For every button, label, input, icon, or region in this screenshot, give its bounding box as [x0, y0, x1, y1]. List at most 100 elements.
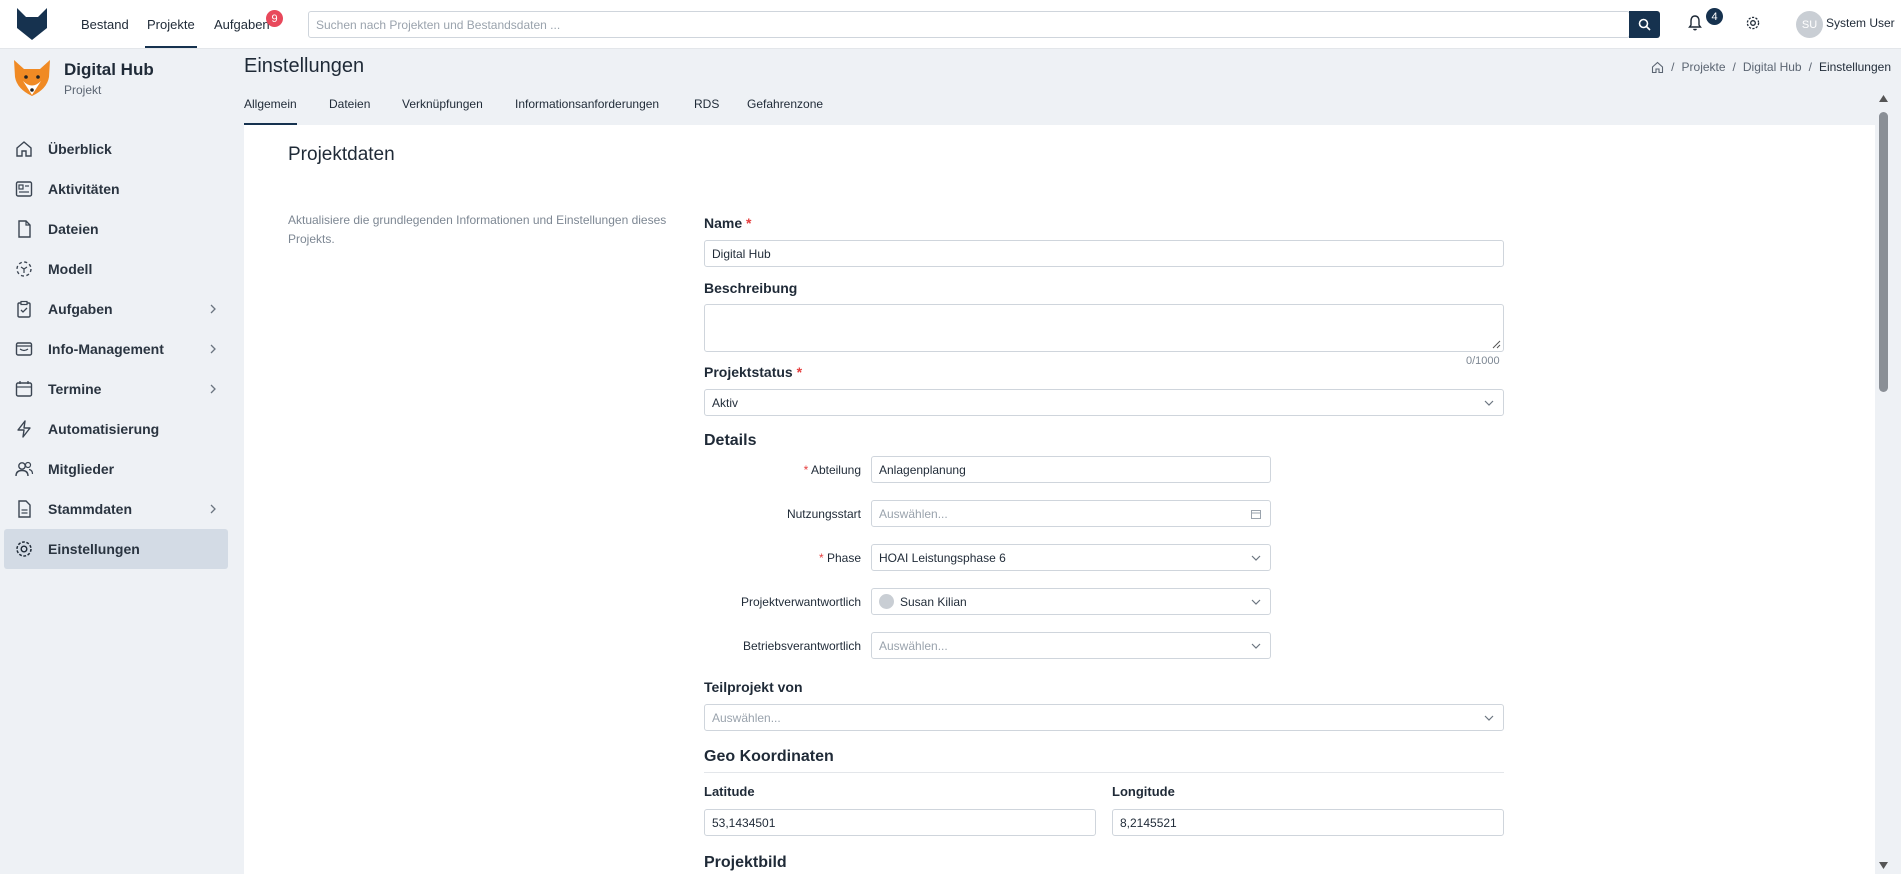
scroll-down-icon[interactable] — [1878, 861, 1889, 870]
breadcrumb-separator: / — [1732, 60, 1736, 74]
description-counter: 0/1000 — [1466, 355, 1500, 367]
sidebar-item-label: Dateien — [48, 221, 99, 237]
nutzungsstart-placeholder: Auswählen... — [879, 506, 948, 521]
phase-value: HOAI Leistungsphase 6 — [879, 550, 1006, 565]
name-label: Name * — [704, 215, 752, 231]
document-icon — [18, 500, 31, 518]
status-label: Projektstatus * — [704, 364, 803, 380]
sidebar-item-termine[interactable]: Termine — [4, 369, 228, 409]
settings-content: Projektdaten Aktualisiere die grundlegen… — [244, 125, 1875, 874]
phase-label: * Phase — [818, 551, 861, 565]
abteilung-field[interactable]: Anlagenplanung — [871, 456, 1271, 483]
scroll-up-icon[interactable] — [1878, 94, 1889, 103]
search-input[interactable] — [309, 12, 1629, 37]
details-title: Details — [704, 432, 757, 449]
tab-gefahrenzone[interactable]: Gefahrenzone — [747, 97, 823, 125]
home-icon[interactable] — [1651, 61, 1664, 74]
bell-icon[interactable] — [1687, 14, 1703, 32]
tab-dateien[interactable]: Dateien — [329, 97, 370, 125]
sidebar-item-ueberblick[interactable]: Überblick — [4, 129, 228, 169]
chevron-right-icon — [210, 384, 216, 394]
fox-project-logo-icon — [14, 60, 50, 96]
project-name: Digital Hub — [64, 60, 154, 79]
activity-icon — [15, 181, 33, 197]
sidebar-item-stammdaten[interactable]: Stammdaten — [4, 489, 228, 529]
sidebar-item-modell[interactable]: Modell — [4, 249, 228, 289]
phase-select[interactable]: HOAI Leistungsphase 6 — [871, 544, 1271, 571]
page-header: Einstellungen / Projekte / Digital Hub /… — [244, 49, 1901, 125]
user-avatar[interactable]: SU — [1796, 11, 1823, 38]
breadcrumb-projekte[interactable]: Projekte — [1682, 60, 1726, 74]
breadcrumb-separator: / — [1671, 60, 1675, 74]
top-bar: Bestand Projekte Aufgaben 9 4 SU System … — [0, 0, 1901, 49]
tab-informationsanforderungen[interactable]: Informationsanforderungen — [515, 97, 659, 125]
file-icon — [18, 220, 31, 238]
latitude-label: Latitude — [704, 784, 755, 799]
sidebar-item-aufgaben[interactable]: Aufgaben — [4, 289, 228, 329]
search-icon — [1638, 18, 1651, 31]
projektverantwortlich-select[interactable]: Susan Kilian — [871, 588, 1271, 615]
sidebar-item-label: Aufgaben — [48, 301, 113, 317]
tasks-count-badge: 9 — [266, 10, 283, 27]
users-icon — [15, 461, 34, 477]
sidebar-item-label: Einstellungen — [48, 541, 140, 557]
scrollbar-thumb[interactable] — [1879, 112, 1888, 392]
content-scrollbar[interactable] — [1875, 90, 1891, 874]
tab-verknuepfungen[interactable]: Verknüpfungen — [402, 97, 483, 125]
sidebar-item-label: Stammdaten — [48, 501, 133, 517]
sidebar: Digital Hub Projekt Überblick Aktivitäte… — [0, 49, 244, 874]
sidebar-item-label: Mitglieder — [48, 461, 115, 477]
teilprojekt-select[interactable]: Auswählen... — [704, 704, 1504, 731]
sidebar-item-dateien[interactable]: Dateien — [4, 209, 228, 249]
nav-bestand[interactable]: Bestand — [81, 0, 129, 49]
global-search — [308, 11, 1630, 38]
notifications-badge: 4 — [1706, 8, 1723, 25]
fox-logo-icon[interactable] — [14, 4, 50, 42]
description-textarea[interactable] — [704, 304, 1504, 352]
longitude-field[interactable]: 8,2145521 — [1112, 809, 1504, 836]
latitude-field[interactable]: 53,1434501 — [704, 809, 1096, 836]
breadcrumb: / Projekte / Digital Hub / Einstellungen — [1651, 60, 1891, 74]
sidebar-item-label: Info-Management — [48, 341, 164, 357]
inbox-icon — [15, 342, 33, 356]
search-button[interactable] — [1629, 11, 1660, 38]
page-title: Einstellungen — [244, 55, 365, 77]
section-description: Aktualisiere die grundlegenden Informati… — [288, 213, 667, 246]
status-select[interactable]: Aktiv — [704, 389, 1504, 416]
sidebar-item-info-management[interactable]: Info-Management — [4, 329, 228, 369]
breadcrumb-separator: / — [1808, 60, 1812, 74]
name-field[interactable]: Digital Hub — [704, 240, 1504, 267]
calendar-icon — [1251, 510, 1261, 519]
breadcrumb-current: Einstellungen — [1818, 60, 1891, 74]
nutzungsstart-datepicker[interactable]: Auswählen... — [871, 500, 1271, 527]
sidebar-item-aktivitaeten[interactable]: Aktivitäten — [4, 169, 228, 209]
tab-rds[interactable]: RDS — [694, 97, 719, 125]
abteilung-label: * Abteilung — [803, 463, 861, 477]
projektbild-title: Projektbild — [704, 854, 787, 871]
sidebar-item-label: Modell — [48, 261, 93, 277]
teilprojekt-placeholder: Auswählen... — [712, 710, 781, 725]
user-name[interactable]: System User — [1826, 16, 1895, 30]
model-icon — [16, 261, 32, 277]
sidebar-item-mitglieder[interactable]: Mitglieder — [4, 449, 228, 489]
chevron-down-icon — [1484, 715, 1494, 721]
chevron-right-icon — [210, 304, 216, 314]
settings-gear-icon[interactable] — [1745, 15, 1761, 31]
resize-handle-icon[interactable] — [1491, 339, 1501, 349]
breadcrumb-project[interactable]: Digital Hub — [1743, 60, 1802, 74]
gear-icon — [16, 541, 32, 557]
nav-aufgaben[interactable]: Aufgaben — [214, 0, 270, 49]
chevron-down-icon — [1484, 400, 1494, 406]
sidebar-item-automatisierung[interactable]: Automatisierung — [4, 409, 228, 449]
tab-allgemein[interactable]: Allgemein — [244, 97, 297, 125]
nav-projekte[interactable]: Projekte — [145, 0, 197, 49]
betriebsverantwortlich-select[interactable]: Auswählen... — [871, 632, 1271, 659]
sidebar-item-einstellungen[interactable]: Einstellungen — [4, 529, 228, 569]
chevron-down-icon — [1251, 643, 1261, 649]
project-type: Projekt — [64, 83, 102, 97]
projektverantwortlich-value: Susan Kilian — [900, 594, 967, 609]
chevron-right-icon — [210, 504, 216, 514]
clipboard-icon — [17, 300, 31, 318]
description-label: Beschreibung — [704, 280, 798, 296]
status-value: Aktiv — [712, 395, 739, 410]
